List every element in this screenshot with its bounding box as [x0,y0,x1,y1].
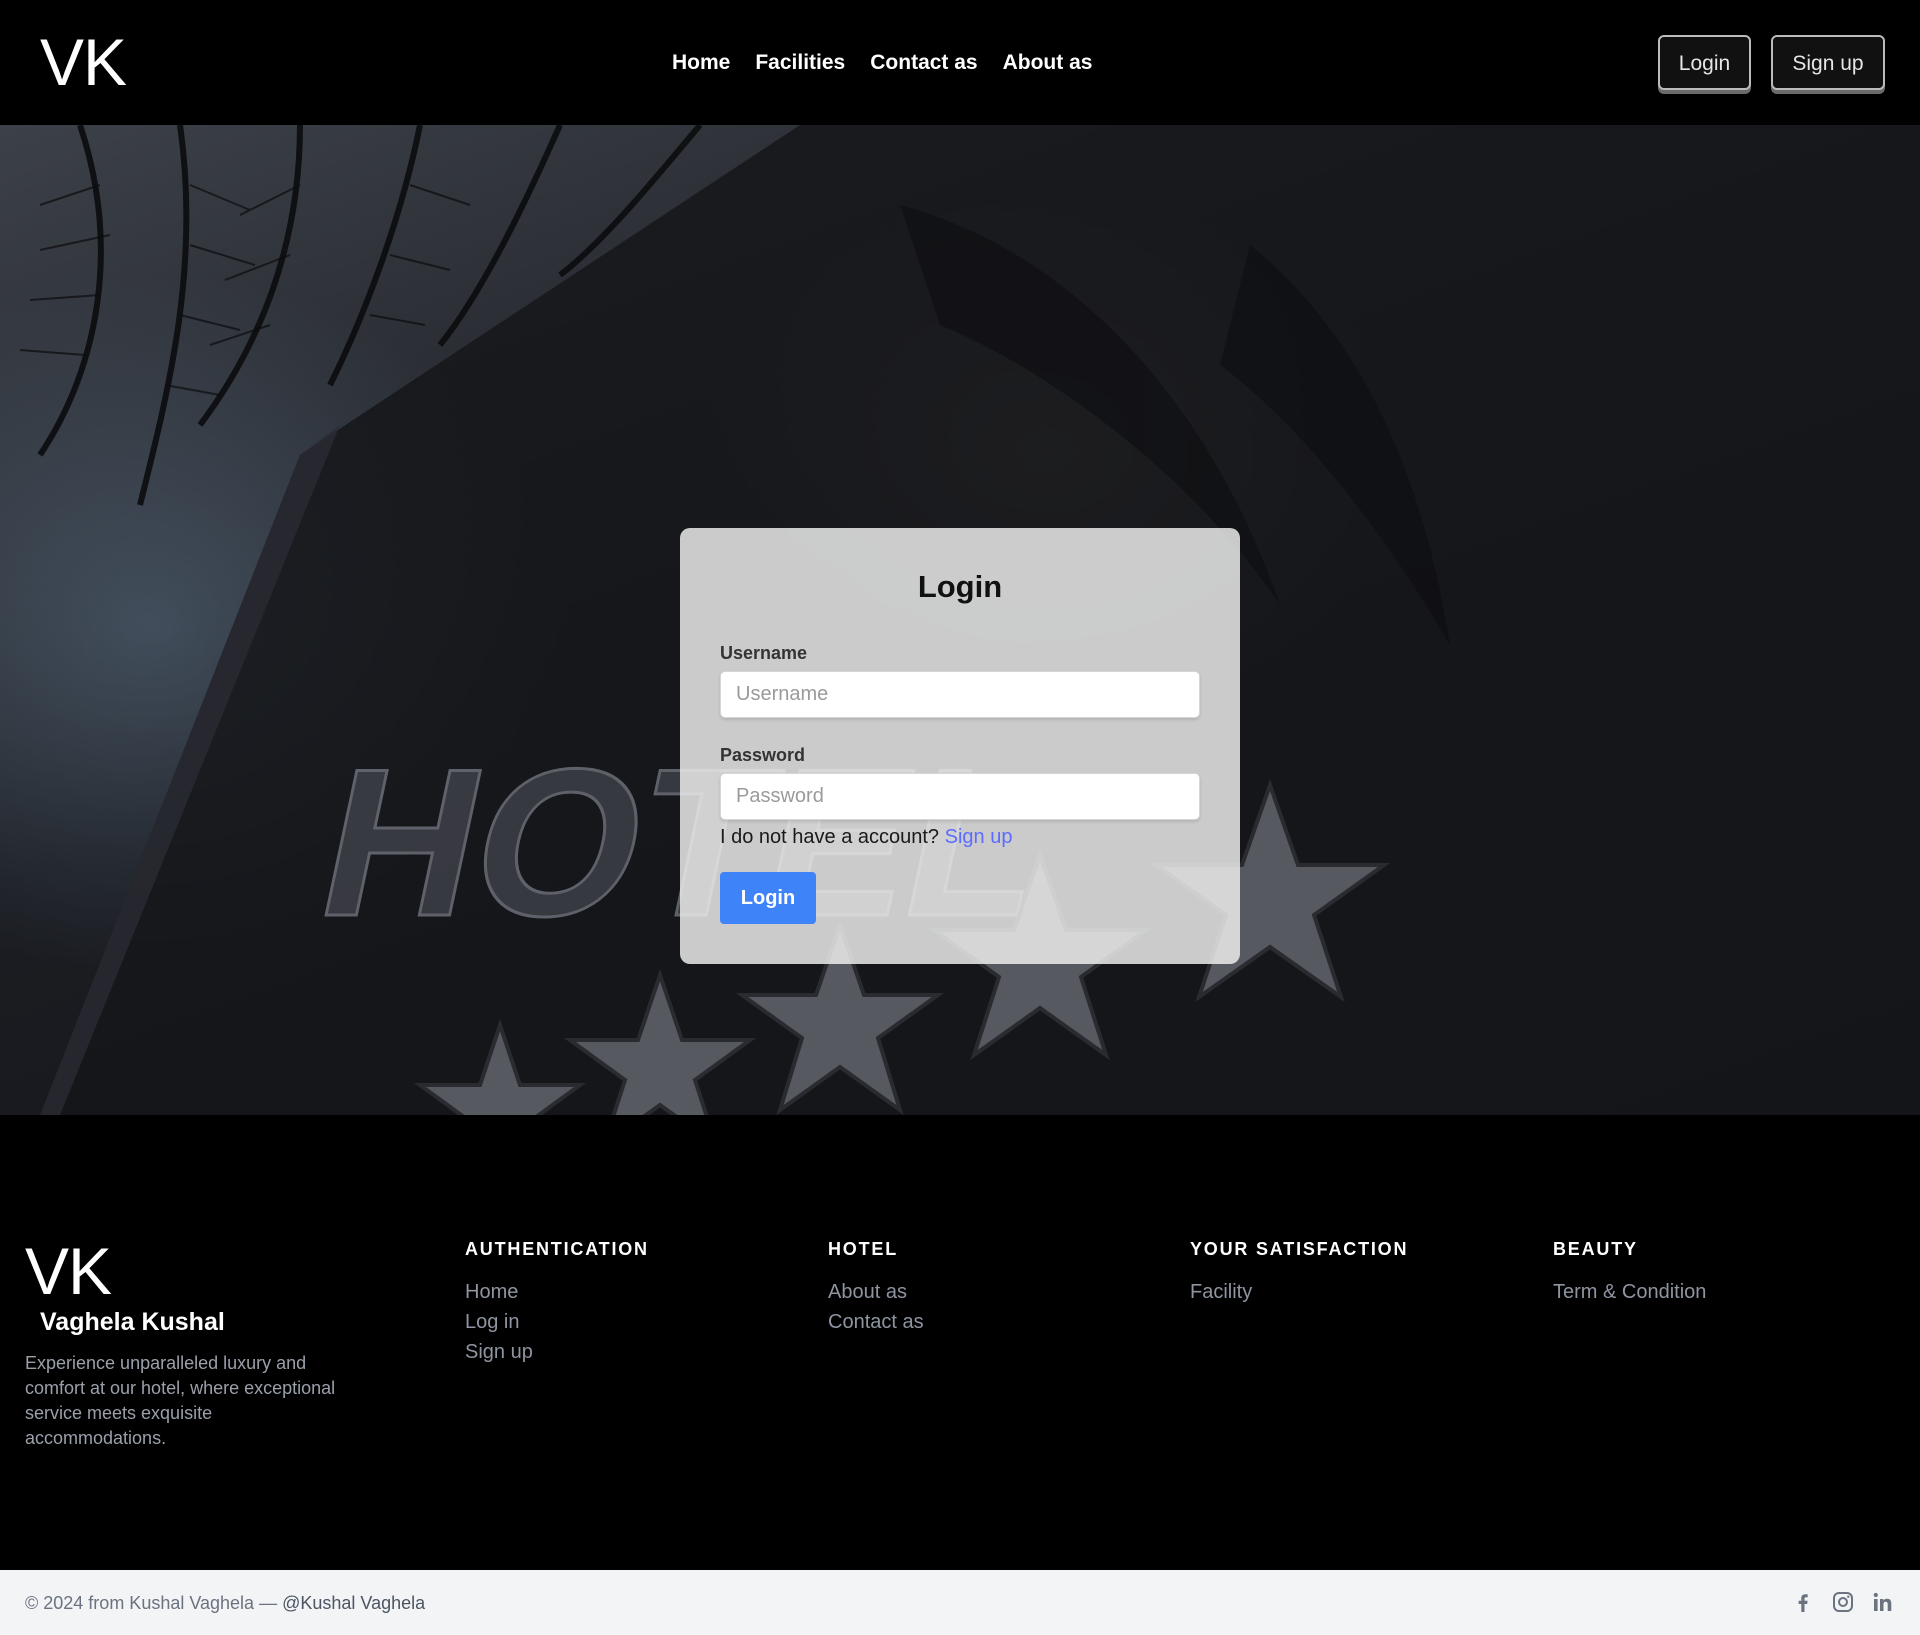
footer-column-heading: HOTEL [828,1239,898,1259]
footer-column-heading: AUTHENTICATION [465,1239,649,1259]
footer-link-home[interactable]: Home [465,1277,649,1307]
brand-logo[interactable]: VK [40,24,127,100]
nav-link-about[interactable]: About as [1003,50,1093,76]
footer-column-beauty: BEAUTY Term & Condition [1553,1237,1706,1307]
footer-link-contact[interactable]: Contact as [828,1307,924,1337]
login-card: Login Username Password I do not have a … [680,528,1240,964]
footer-column-authentication: AUTHENTICATION Home Log in Sign up [465,1237,649,1367]
password-input[interactable] [720,773,1200,820]
nav-link-home[interactable]: Home [672,50,730,76]
nav-signup-button[interactable]: Sign up [1771,35,1885,90]
signup-link[interactable]: Sign up [945,826,1013,848]
username-input[interactable] [720,671,1200,718]
nav-login-button[interactable]: Login [1658,35,1751,90]
password-label: Password [720,745,806,765]
username-label: Username [720,643,808,663]
footer: VK Vaghela Kushal Experience unparallele… [0,1115,1920,1570]
footer-brand-logo: VK [25,1234,112,1308]
author-handle-link[interactable]: @Kushal Vaghela [282,1593,425,1613]
login-submit-button[interactable]: Login [720,872,816,924]
footer-link-signup[interactable]: Sign up [465,1337,649,1367]
footer-column-heading: BEAUTY [1553,1239,1638,1259]
facebook-icon[interactable] [1791,1590,1815,1614]
footer-owner-name: Vaghela Kushal [40,1308,225,1336]
nav-links: Home Facilities Contact as About as [672,50,1092,76]
footer-link-facility[interactable]: Facility [1190,1277,1408,1307]
linkedin-icon[interactable] [1871,1590,1895,1614]
navbar: VK Home Facilities Contact as About as L… [0,0,1920,125]
footer-link-about[interactable]: About as [828,1277,924,1307]
bottom-bar: © 2024 from Kushal Vaghela — @Kushal Vag… [0,1570,1920,1635]
footer-link-terms[interactable]: Term & Condition [1553,1277,1706,1307]
login-title: Login [917,569,1003,604]
nav-link-facilities[interactable]: Facilities [755,50,845,76]
footer-column-heading: YOUR SATISFACTION [1190,1239,1409,1259]
no-account-line: I do not have a account? Sign up [720,824,1012,850]
copyright-text: © 2024 from Kushal Vaghela — [25,1593,278,1613]
footer-link-login[interactable]: Log in [465,1307,649,1337]
social-links [1791,1590,1895,1614]
footer-column-satisfaction: YOUR SATISFACTION Facility [1190,1237,1408,1307]
instagram-icon[interactable] [1831,1590,1855,1614]
no-account-text: I do not have a account? [720,826,940,848]
copyright: © 2024 from Kushal Vaghela — @Kushal Vag… [25,1592,425,1614]
hero-section: HOTEL Login Username Password I do not h… [0,125,1920,1115]
footer-description: Experience unparalleled luxury and comfo… [25,1353,336,1448]
footer-column-hotel: HOTEL About as Contact as [828,1237,924,1337]
nav-link-contact[interactable]: Contact as [870,50,977,76]
